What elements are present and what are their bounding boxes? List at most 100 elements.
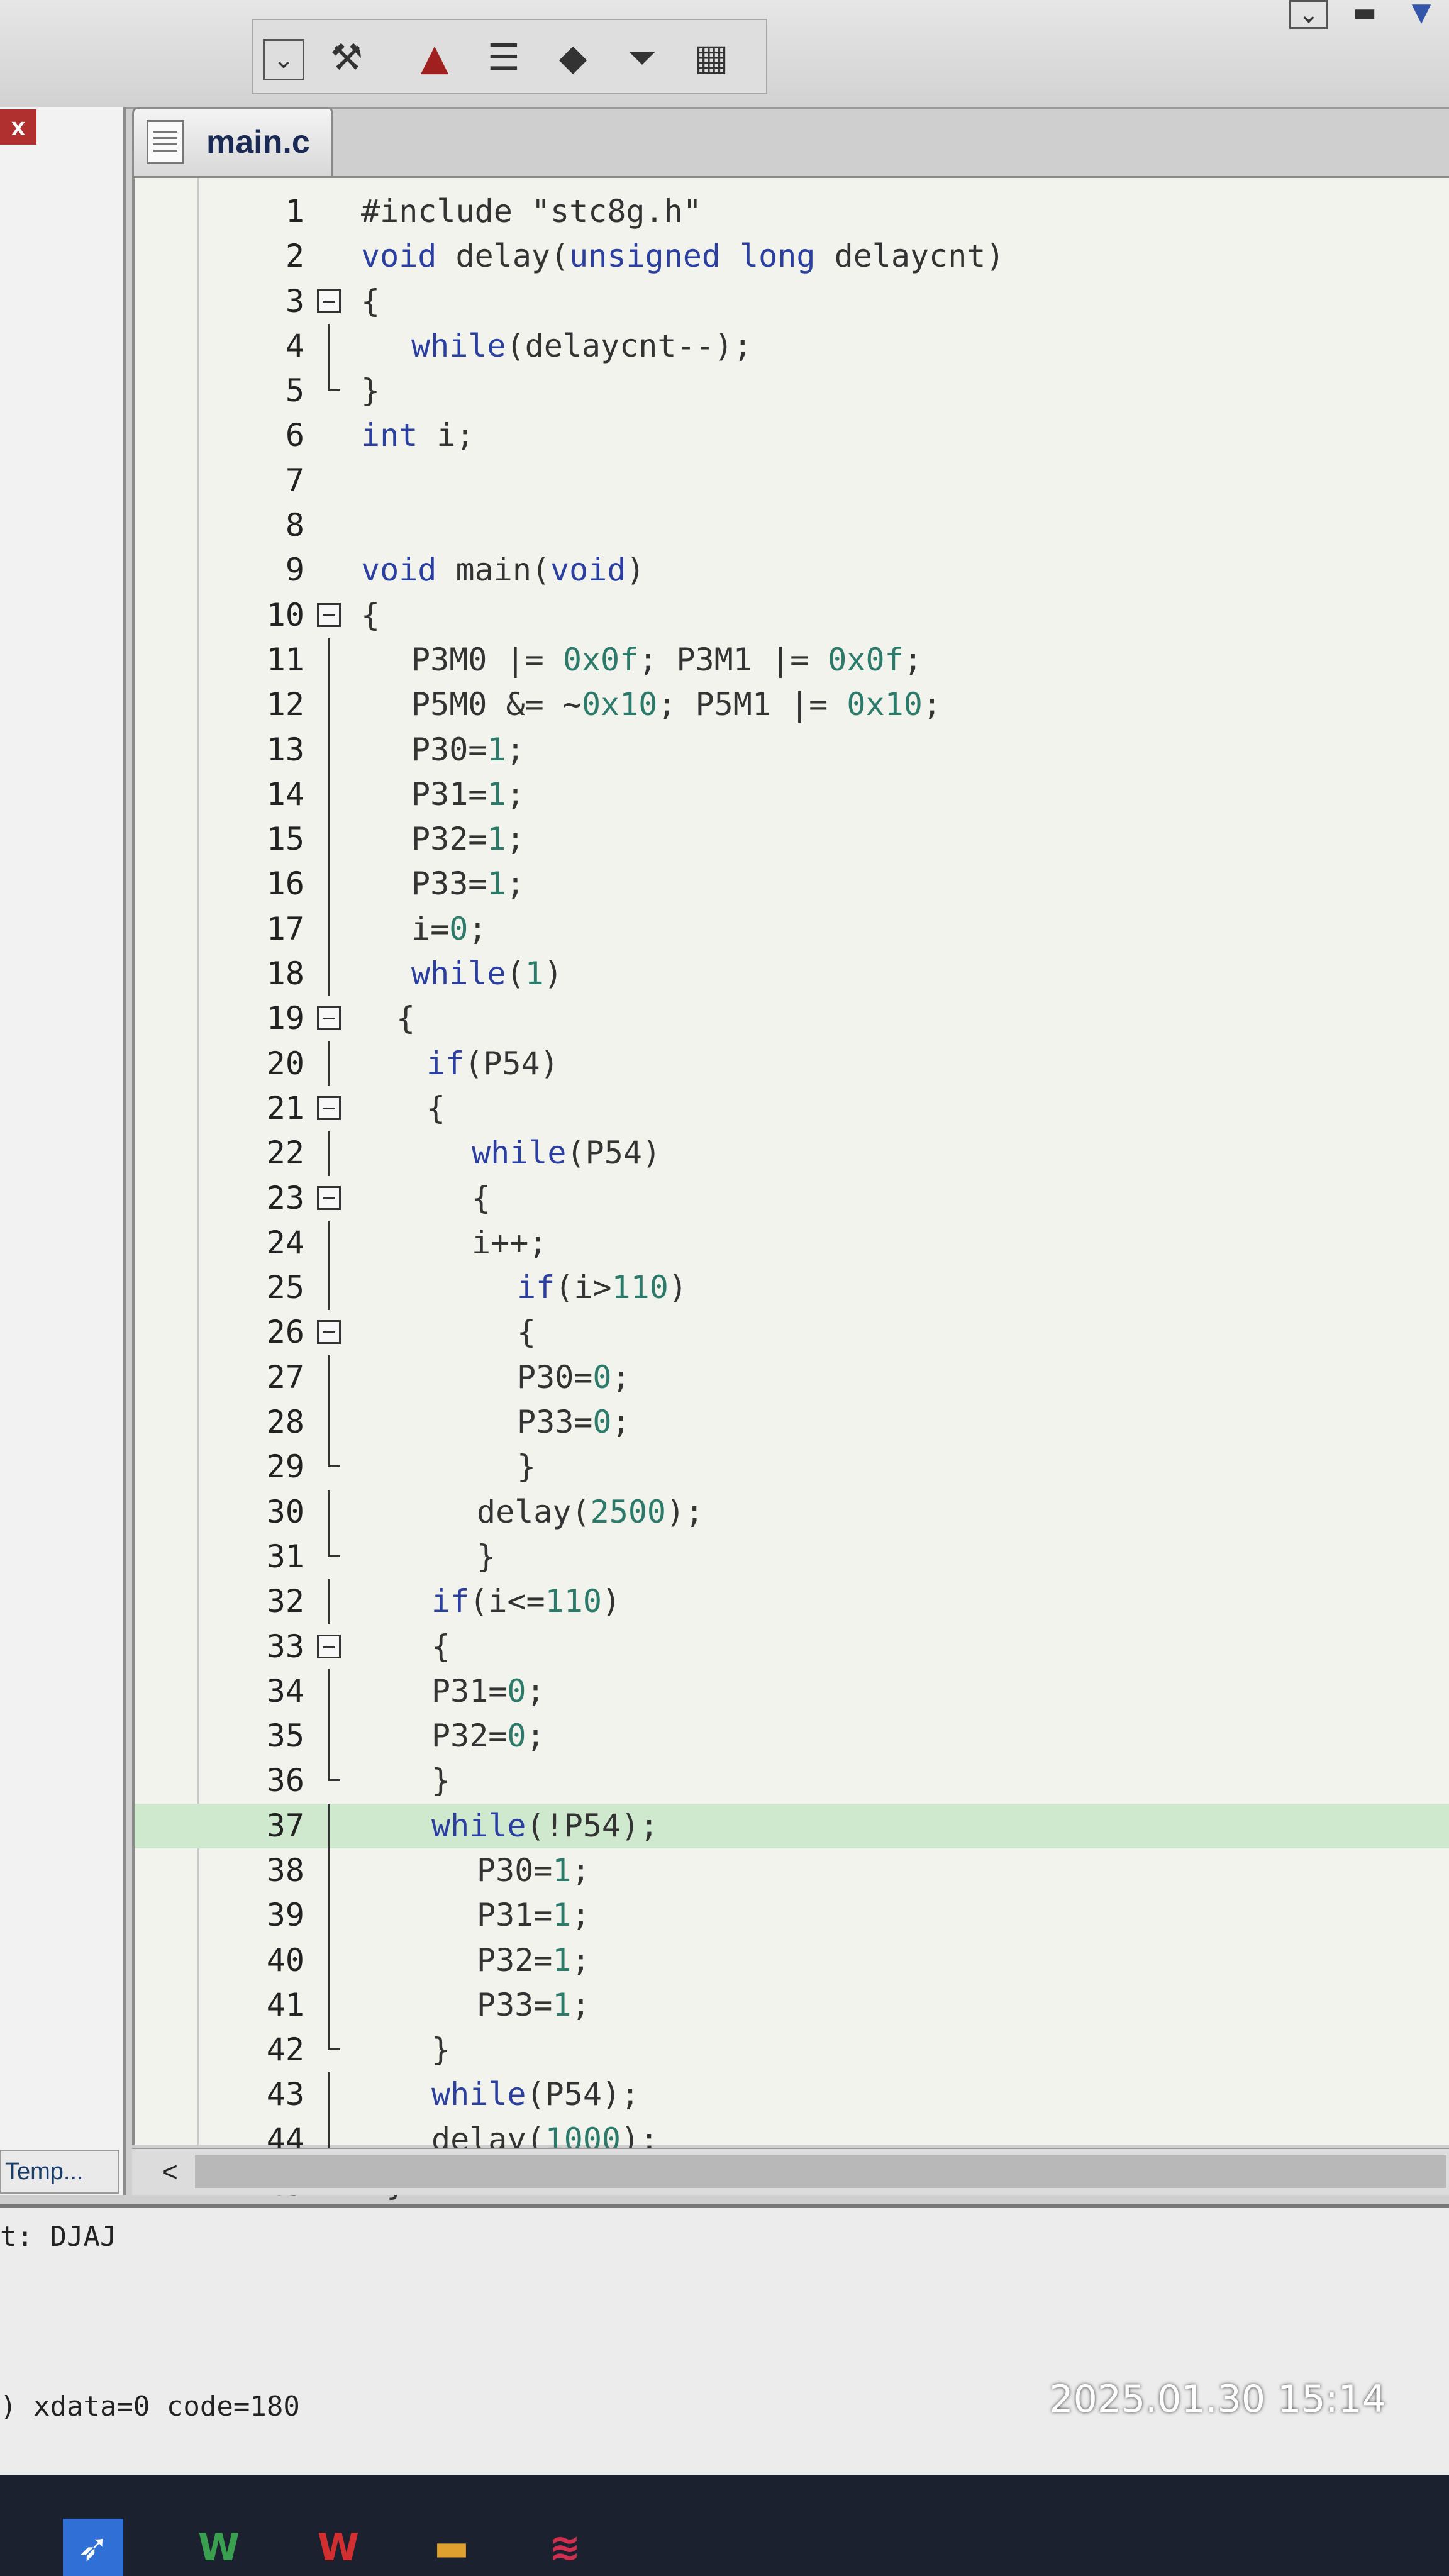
code-text: if(i>110)	[517, 1265, 687, 1310]
fold-toggle-icon[interactable]	[317, 289, 341, 313]
code-line[interactable]: 7	[135, 458, 1449, 503]
number-token: 1	[552, 1941, 572, 1979]
code-line[interactable]: 43 while(P54);	[135, 2072, 1449, 2118]
code-line[interactable]: 10 {	[135, 593, 1449, 638]
line-number: 25	[266, 1269, 304, 1306]
code-line[interactable]: 12 P5M0 &= ~0x10; P5M1 |= 0x10;	[135, 682, 1449, 728]
code-line[interactable]: 5}	[135, 369, 1449, 413]
horizontal-scrollbar[interactable]: <	[132, 2148, 1449, 2195]
code-line[interactable]: 23 {	[135, 1176, 1449, 1221]
file-tab-main[interactable]: main.c	[132, 107, 333, 176]
code-line[interactable]: 13 P30=1;	[135, 727, 1449, 772]
code-line[interactable]: 36}	[135, 1758, 1449, 1803]
code-line[interactable]: 29}	[135, 1445, 1449, 1489]
code-token: {	[396, 1000, 416, 1037]
fold-guide	[328, 952, 330, 997]
code-line[interactable]: 15 P32=1;	[135, 817, 1449, 862]
line-number: 14	[266, 775, 304, 813]
templates-tab[interactable]: Temp...	[0, 2150, 119, 2194]
feather-app-icon[interactable]: ➶	[63, 2519, 123, 2576]
chip-icon[interactable]: ▦	[687, 33, 736, 82]
code-line[interactable]: 19 {	[135, 996, 1449, 1041]
code-line[interactable]: 42}	[135, 2028, 1449, 2072]
number-token: 0x10	[847, 686, 923, 723]
pack-icon[interactable]: ▲	[410, 33, 459, 82]
code-line[interactable]: 1 #include "stc8g.h"	[135, 189, 1449, 234]
code-line[interactable]: 17 i=0;	[135, 906, 1449, 952]
w-app-icon[interactable]: W	[189, 2519, 249, 2576]
code-editor[interactable]: 1 #include "stc8g.h" 2 void delay(unsigned …	[132, 176, 1449, 2247]
code-token: (	[506, 955, 525, 992]
stack-icon[interactable]: ☰	[479, 33, 528, 82]
fold-toggle-icon[interactable]	[317, 1096, 341, 1120]
fold-guide	[328, 682, 330, 728]
code-line[interactable]: 11 P3M0 |= 0x0f; P3M1 |= 0x0f;	[135, 637, 1449, 683]
code-text: P3M0 |= 0x0f; P3M1 |= 0x0f;	[411, 638, 923, 682]
code-text: {	[517, 1310, 536, 1355]
code-line[interactable]: 22 while(P54)	[135, 1131, 1449, 1176]
code-line[interactable]: 34 P31=0;	[135, 1668, 1449, 1714]
code-token: ;	[468, 910, 487, 947]
code-token: {	[517, 1314, 536, 1351]
code-token: ;	[611, 1404, 631, 1441]
diamond-icon[interactable]: ◆	[548, 33, 597, 82]
close-panel-button[interactable]: x	[0, 109, 36, 145]
fold-toggle-icon[interactable]	[317, 602, 341, 627]
line-number: 10	[266, 596, 304, 633]
wps-app-icon[interactable]: W	[308, 2519, 369, 2576]
code-line[interactable]: 4 while(delaycnt--);	[135, 323, 1449, 369]
code-line[interactable]: 9 void main(void)	[135, 548, 1449, 592]
build-tools-icon[interactable]: ⚒	[322, 33, 371, 82]
scrollbar-thumb[interactable]	[195, 2155, 1446, 2188]
code-line[interactable]: 16 P33=1;	[135, 862, 1449, 907]
code-line[interactable]: 24 i++;	[135, 1220, 1449, 1266]
code-line[interactable]: 26 {	[135, 1310, 1449, 1355]
dropdown-icon[interactable]: ⌄	[1289, 0, 1328, 29]
fold-toggle-icon[interactable]	[317, 1320, 341, 1345]
code-line[interactable]: 35 P32=0;	[135, 1714, 1449, 1759]
code-line[interactable]: 39 P31=1;	[135, 1893, 1449, 1938]
code-text: {	[431, 1624, 450, 1669]
line-number: 5	[285, 372, 304, 409]
dropdown-icon[interactable]: ⌄	[263, 39, 304, 80]
code-line[interactable]: 3{	[135, 279, 1449, 324]
code-token: P33=	[477, 1986, 553, 2023]
code-token: ; P5M1 |=	[657, 686, 847, 723]
fold-toggle-icon[interactable]	[317, 1634, 341, 1658]
arrow-down-icon[interactable]: ▼	[1396, 0, 1446, 27]
stack-app-icon[interactable]: ≋	[535, 2519, 595, 2576]
code-line[interactable]: 2 void delay(unsigned long delaycnt)	[135, 234, 1449, 279]
number-token: 0x0f	[562, 641, 639, 678]
window-icon[interactable]: ▬	[1340, 0, 1390, 27]
code-line[interactable]: 27 P30=0;	[135, 1355, 1449, 1401]
code-line[interactable]: 21 {	[135, 1086, 1449, 1131]
code-line[interactable]: 32 if(i<=110)	[135, 1579, 1449, 1624]
code-text: }	[431, 1758, 450, 1803]
fold-toggle-icon[interactable]	[317, 1006, 341, 1031]
keyword-token: int	[361, 417, 418, 454]
code-line[interactable]: 40 P32=1;	[135, 1938, 1449, 1983]
code-token: delaycnt)	[815, 238, 1005, 275]
code-text: P31=0;	[431, 1669, 545, 1714]
code-line[interactable]: 41 P33=1;	[135, 1982, 1449, 2028]
code-token: {	[431, 1628, 451, 1665]
funnel-icon[interactable]: ⏷	[618, 33, 667, 82]
code-line[interactable]: 31}	[135, 1534, 1449, 1579]
code-line[interactable]: 6 int i;	[135, 413, 1449, 458]
code-line[interactable]: 20 if(P54)	[135, 1041, 1449, 1086]
fold-toggle-icon[interactable]	[317, 1185, 341, 1210]
code-line[interactable]: 8	[135, 503, 1449, 548]
folder-app-icon[interactable]: ▬	[421, 2519, 482, 2576]
scroll-left-icon[interactable]: <	[151, 2154, 189, 2190]
code-line[interactable]: 28 P33=0;	[135, 1400, 1449, 1445]
code-token: P33=	[517, 1404, 593, 1441]
code-text: while(1)	[411, 952, 563, 996]
code-line[interactable]: 30 delay(2500);	[135, 1489, 1449, 1535]
code-line[interactable]: 25 if(i>110)	[135, 1265, 1449, 1311]
build-output-pane: t: DJAJ ) xdata=0 code=180	[0, 2204, 1449, 2475]
code-line[interactable]: 18 while(1)	[135, 952, 1449, 997]
code-line[interactable]: 14 P31=1;	[135, 772, 1449, 818]
code-line[interactable]: 37 while(!P54);	[135, 1803, 1449, 1848]
code-line[interactable]: 38 P30=1;	[135, 1848, 1449, 1894]
code-line[interactable]: 33 {	[135, 1624, 1449, 1669]
